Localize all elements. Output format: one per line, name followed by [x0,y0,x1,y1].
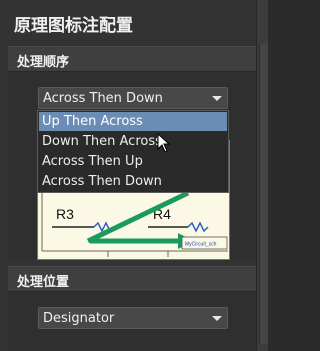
menu-option-across-then-up[interactable]: Across Then Up [39,152,227,171]
green-arrow-icon [86,190,194,249]
menu-option-down-then-across[interactable]: Down Then Across [39,132,227,151]
section-header-location-label: 处理位置 [17,275,70,290]
chevron-down-icon [212,96,222,101]
resistor-r4-symbol [187,221,209,233]
order-dropdown-value: Across Then Down [43,91,163,106]
chevron-down-icon [212,316,222,321]
scrollbar[interactable] [256,0,268,351]
annotation-config-panel: 原理图标注配置 处理顺序 Across Then Down R3 R4 MyCi… [0,0,256,351]
order-dropdown[interactable]: Across Then Down [38,87,228,109]
section-header-order-label: 处理顺序 [17,55,70,70]
location-dropdown[interactable]: Designator [38,307,228,329]
section-header-order[interactable]: 处理顺序 [8,46,256,72]
menu-option-across-then-down[interactable]: Across Then Down [39,172,227,191]
section-header-location[interactable]: 处理位置 [8,266,256,292]
menu-option-up-then-across[interactable]: Up Then Across [39,112,227,131]
panel-title: 原理图标注配置 [14,16,133,36]
order-dropdown-menu: Up Then Across Down Then Across Across T… [37,110,229,193]
location-dropdown-value: Designator [43,311,115,326]
arrow-diagonal [86,190,190,244]
resistor-label-r3: R3 [56,206,74,222]
mouse-cursor-icon [157,133,171,153]
title-block-text: MyCircuit_sch [185,242,217,248]
scrollbar-thumb[interactable] [259,44,268,344]
